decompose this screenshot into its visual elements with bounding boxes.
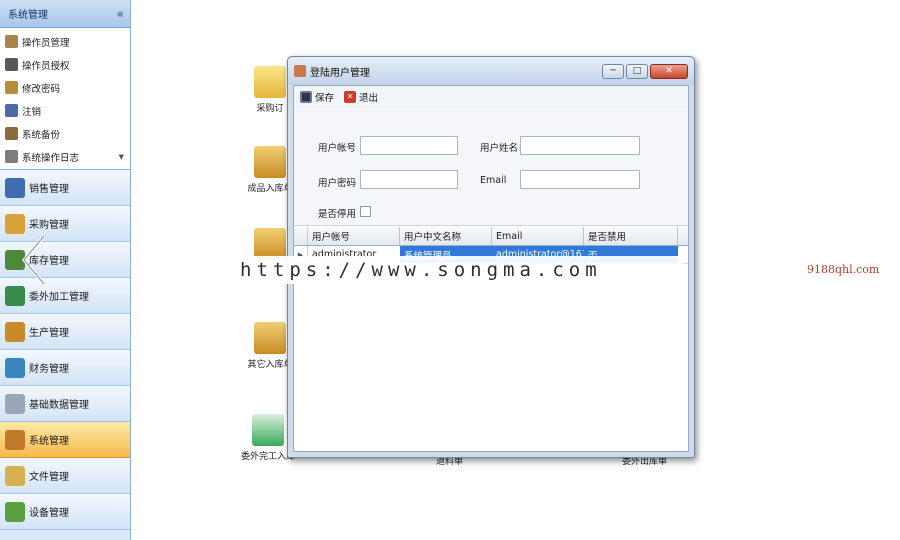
nav-header-title: 系统管理	[8, 10, 48, 21]
system-icon	[5, 429, 25, 450]
save-icon	[300, 91, 312, 103]
submenu-item-label: 注销	[22, 106, 42, 118]
nav-group-system[interactable]: 系统管理	[0, 422, 130, 458]
column-header-name[interactable]: 用户中文名称	[400, 227, 492, 245]
dialog-title: 登陆用户管理	[310, 67, 370, 79]
submenu-item-label: 操作员管理	[22, 37, 70, 49]
nav-group-production[interactable]: 生产管理	[0, 314, 130, 350]
nav-group-label: 销售管理	[29, 184, 69, 195]
nav-group-label: 财务管理	[29, 364, 69, 375]
disabled-checkbox[interactable]	[360, 206, 371, 217]
submenu-item-operator-management[interactable]: 操作员管理	[0, 30, 130, 53]
file-icon	[5, 465, 25, 486]
nav-group-label: 基础数据管理	[29, 400, 89, 411]
watermark-strip: https://www.songma.com	[235, 256, 683, 284]
name-input[interactable]	[520, 136, 640, 155]
chevron-left-icon[interactable]	[20, 232, 48, 288]
submenu-item-operator-authorization[interactable]: 操作员授权	[0, 53, 130, 76]
nav-group-label: 设备管理	[29, 508, 69, 519]
dialog-title-bar[interactable]: 登陆用户管理 ─ □ ✕	[288, 57, 694, 85]
scroll-down-icon[interactable]: ▼	[119, 153, 124, 161]
equipment-icon	[5, 501, 25, 522]
key-icon	[5, 81, 18, 94]
nav-group-finance[interactable]: 财务管理	[0, 350, 130, 386]
sales-icon	[5, 177, 25, 198]
nav-group-sales[interactable]: 销售管理	[0, 170, 130, 206]
stock-in-icon	[254, 146, 286, 178]
save-label: 保存	[315, 93, 335, 104]
nav-group-file[interactable]: 文件管理	[0, 458, 130, 494]
column-header-account[interactable]: 用户帐号	[308, 227, 400, 245]
purchase-icon	[5, 213, 25, 234]
watermark-url: https://www.songma.com	[240, 259, 602, 281]
account-input[interactable]	[360, 136, 458, 155]
submenu-item-label: 修改密码	[22, 83, 61, 95]
nav-group-label: 生产管理	[29, 328, 69, 339]
collapse-icon[interactable]: «	[117, 7, 124, 21]
column-header-email[interactable]: Email	[492, 227, 584, 245]
column-header-disabled[interactable]: 是否禁用	[584, 227, 678, 245]
window-controls: ─ □ ✕	[602, 63, 688, 79]
nav-group-label: 文件管理	[29, 472, 69, 483]
close-icon[interactable]: ✕	[650, 63, 688, 79]
submenu-item-operation-log[interactable]: 系统操作日志	[0, 145, 130, 168]
basic-data-icon	[5, 393, 25, 414]
email-label: Email	[480, 175, 507, 186]
outsource-icon	[5, 285, 25, 306]
exit-button[interactable]: ✕ 退出	[344, 90, 378, 104]
disabled-label: 是否停用	[318, 209, 357, 220]
user-icon	[5, 35, 18, 48]
window-icon	[294, 65, 306, 77]
nav-group-basic-data[interactable]: 基础数据管理	[0, 386, 130, 422]
production-icon	[5, 321, 25, 342]
exit-icon: ✕	[344, 91, 357, 103]
grid-header: 用户帐号 用户中文名称 Email 是否禁用	[294, 227, 688, 246]
nav-group-label: 采购管理	[29, 220, 69, 231]
nav-group-label: 系统管理	[29, 436, 69, 447]
user-key-icon	[5, 58, 18, 71]
submenu-item-label: 操作员授权	[22, 60, 70, 72]
save-button[interactable]: 保存	[300, 90, 334, 104]
maximize-icon[interactable]: □	[626, 63, 648, 79]
password-label: 用户密码	[318, 178, 357, 189]
nav-group-label: 委外加工管理	[29, 292, 89, 303]
submenu-item-label: 系统操作日志	[22, 152, 80, 164]
order-icon	[254, 66, 286, 98]
submenu-item-label: 系统备份	[22, 129, 61, 141]
nav-header: 系统管理 «	[0, 0, 130, 28]
backup-icon	[5, 127, 18, 140]
nav-group-equipment[interactable]: 设备管理	[0, 494, 130, 530]
account-label: 用户帐号	[318, 143, 357, 154]
email-input[interactable]	[520, 170, 640, 189]
user-form: 用户帐号 用户姓名 用户密码 Email 是否停用	[294, 108, 688, 226]
dialog-toolbar: 保存 ✕ 退出	[294, 86, 688, 108]
exit-label: 退出	[359, 93, 379, 104]
submenu-item-logout[interactable]: 注销	[0, 99, 130, 122]
logout-icon	[5, 104, 18, 117]
row-header-corner	[294, 227, 308, 245]
system-submenu: 操作员管理 操作员授权 修改密码 注销 系统备份 系统操作日志 ▼	[0, 28, 130, 170]
other-stock-in-icon	[254, 322, 286, 354]
password-input[interactable]	[360, 170, 458, 189]
submenu-item-system-backup[interactable]: 系统备份	[0, 122, 130, 145]
name-label: 用户姓名	[480, 143, 519, 154]
submenu-item-change-password[interactable]: 修改密码	[0, 76, 130, 99]
outsource-done-icon	[252, 414, 284, 446]
log-icon	[5, 150, 18, 163]
watermark-side-text: 9188qhl.com	[807, 263, 880, 276]
finance-icon	[5, 357, 25, 378]
minimize-icon[interactable]: ─	[602, 63, 624, 79]
